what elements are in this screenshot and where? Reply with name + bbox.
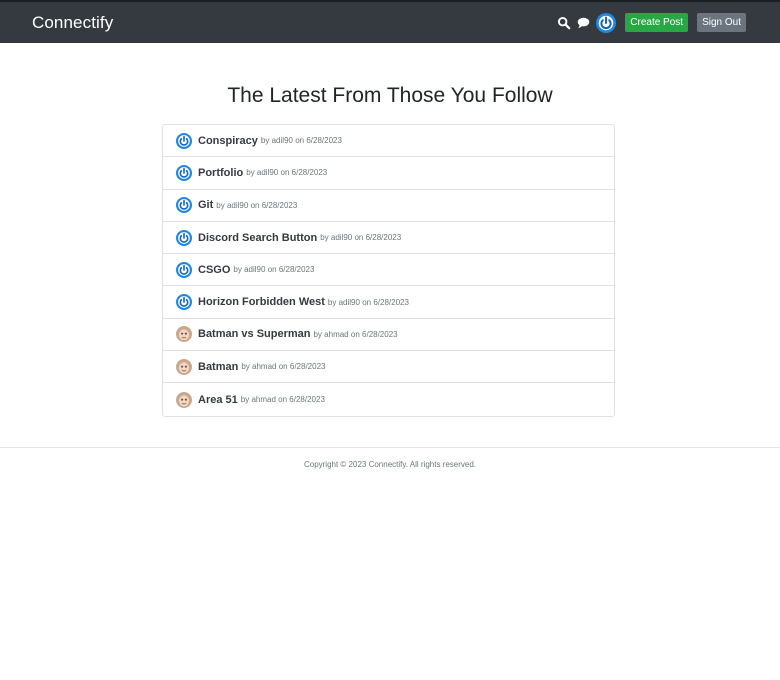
post-list-item[interactable]: Batman vs Superman by ahmad on 6/28/2023 bbox=[163, 319, 614, 352]
post-title: Area 51 bbox=[198, 393, 238, 406]
power-avatar-icon bbox=[176, 164, 192, 181]
post-date: 6/28/2023 bbox=[365, 233, 402, 243]
post-title: CSGO bbox=[198, 263, 231, 276]
post-meta: by adil90 on 6/28/2023 bbox=[320, 233, 402, 243]
face-avatar-icon bbox=[176, 326, 192, 343]
post-meta: by ahmad on 6/28/2023 bbox=[240, 395, 325, 405]
post-meta: by ahmad on 6/28/2023 bbox=[241, 362, 326, 372]
user-avatar[interactable] bbox=[596, 12, 625, 33]
post-list-item[interactable]: Git by adil90 on 6/28/2023 bbox=[163, 190, 614, 222]
power-avatar-icon bbox=[176, 229, 192, 246]
post-title: Batman bbox=[198, 360, 239, 373]
power-avatar-icon bbox=[176, 294, 192, 311]
post-date: 6/28/2023 bbox=[362, 329, 398, 339]
post-meta: by adil90 on 6/28/2023 bbox=[233, 265, 315, 275]
search-icon[interactable] bbox=[557, 16, 577, 30]
post-date: 6/28/2023 bbox=[261, 200, 298, 210]
footer-copyright: Copyright © 2023 Connectify. All rights … bbox=[303, 460, 477, 469]
chat-icon[interactable] bbox=[577, 17, 596, 29]
post-author: adil90 bbox=[226, 200, 249, 210]
post-list: Conspiracy by adil90 on 6/28/2023 Portfo… bbox=[162, 124, 615, 417]
post-author: ahmad bbox=[251, 395, 276, 405]
power-avatar-icon bbox=[176, 197, 192, 214]
post-meta: by ahmad on 6/28/2023 bbox=[313, 329, 398, 339]
post-title: Horizon Forbidden West bbox=[198, 296, 325, 309]
brand-logo-link[interactable]: Connectify bbox=[32, 13, 557, 33]
post-author: adil90 bbox=[244, 265, 266, 275]
post-author: ahmad bbox=[324, 329, 349, 339]
post-list-item[interactable]: Horizon Forbidden West by adil90 on 6/28… bbox=[163, 286, 614, 319]
face-avatar-icon bbox=[176, 358, 192, 375]
create-post-button[interactable]: Create Post bbox=[625, 13, 689, 32]
post-date: 6/28/2023 bbox=[373, 297, 409, 307]
post-author: adil90 bbox=[256, 168, 279, 178]
post-list-item[interactable]: Conspiracy by adil90 on 6/28/2023 bbox=[163, 125, 614, 158]
post-date: 6/28/2023 bbox=[289, 362, 326, 372]
post-list-item[interactable]: Batman by ahmad on 6/28/2023 bbox=[163, 351, 614, 384]
post-author: adil90 bbox=[338, 297, 360, 307]
post-title: Conspiracy bbox=[198, 134, 258, 147]
sign-out-button[interactable]: Sign Out bbox=[697, 13, 746, 32]
post-list-item[interactable]: Portfolio by adil90 on 6/28/2023 bbox=[163, 157, 614, 190]
power-avatar-icon bbox=[176, 261, 192, 278]
post-title: Git bbox=[198, 199, 214, 212]
footer: Copyright © 2023 Connectify. All rights … bbox=[0, 447, 780, 469]
post-date: 6/28/2023 bbox=[278, 265, 315, 275]
face-avatar-icon bbox=[176, 391, 192, 408]
post-list-item[interactable]: CSGO by adil90 on 6/28/2023 bbox=[163, 254, 614, 287]
post-list-item[interactable]: Area 51 by ahmad on 6/28/2023 bbox=[163, 383, 614, 415]
post-meta: by adil90 on 6/28/2023 bbox=[260, 136, 342, 146]
post-author: adil90 bbox=[271, 136, 293, 146]
post-title: Batman vs Superman bbox=[198, 328, 311, 341]
post-title: Discord Search Button bbox=[198, 231, 318, 244]
post-list-item[interactable]: Discord Search Button by adil90 on 6/28/… bbox=[163, 222, 614, 255]
post-date: 6/28/2023 bbox=[306, 136, 342, 146]
navbar-actions: Create Post Sign Out bbox=[557, 12, 746, 33]
post-author: ahmad bbox=[252, 362, 277, 372]
post-author: adil90 bbox=[330, 233, 353, 243]
post-title: Portfolio bbox=[198, 166, 244, 179]
post-meta: by adil90 on 6/28/2023 bbox=[327, 297, 409, 307]
power-avatar-icon bbox=[176, 132, 192, 149]
post-date: 6/28/2023 bbox=[291, 168, 328, 178]
post-meta: by adil90 on 6/28/2023 bbox=[246, 168, 328, 178]
post-meta: by adil90 on 6/28/2023 bbox=[216, 200, 298, 210]
page-title: The Latest From Those You Follow bbox=[227, 84, 553, 107]
top-navbar: Connectify Create Post Sign Out bbox=[0, 0, 780, 43]
post-date: 6/28/2023 bbox=[289, 395, 325, 405]
